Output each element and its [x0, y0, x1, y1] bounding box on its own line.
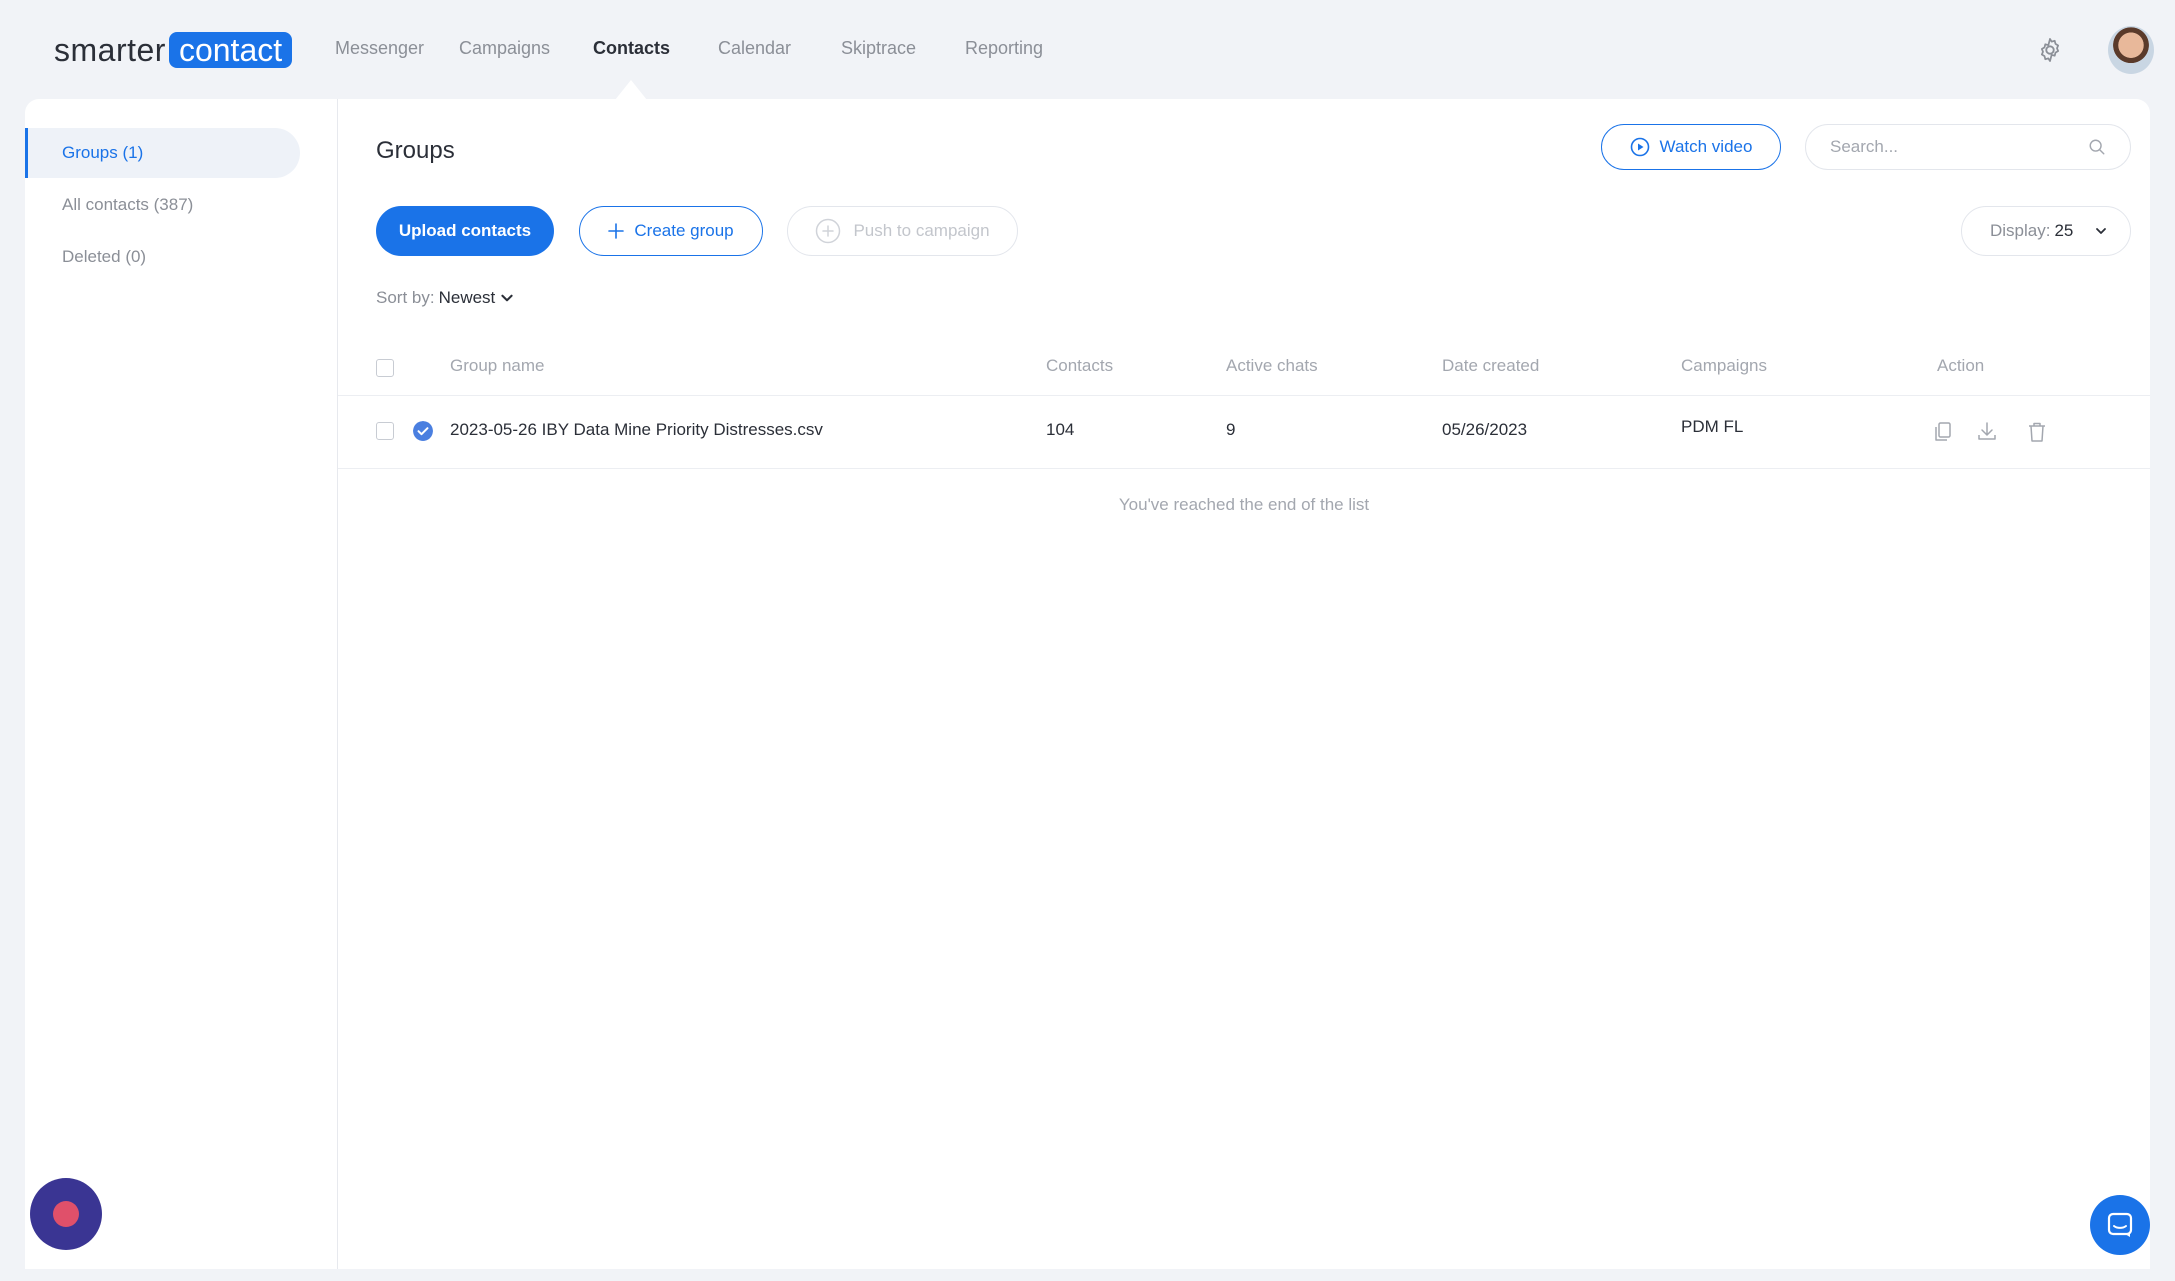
download-icon[interactable] [1976, 420, 1998, 444]
create-group-button[interactable]: Create group [579, 206, 763, 256]
sort-control[interactable]: Sort by: Newest [376, 288, 515, 308]
table-row[interactable]: 2023-05-26 IBY Data Mine Priority Distre… [338, 396, 2150, 469]
chevron-down-icon [2096, 228, 2106, 234]
top-navbar: smarter contact Messenger Campaigns Cont… [0, 0, 2175, 100]
plus-icon [608, 223, 625, 239]
logo-text-contact: contact [168, 32, 293, 68]
sidebar-item-all-contacts[interactable]: All contacts (387) [25, 180, 300, 230]
column-group-name[interactable]: Group name [450, 356, 545, 376]
display-value: 25 [2054, 221, 2074, 240]
nav-messenger[interactable]: Messenger [335, 38, 424, 59]
gear-icon[interactable] [2036, 36, 2064, 64]
row-checkbox[interactable] [376, 422, 394, 440]
create-group-label: Create group [634, 221, 734, 240]
plus-circle-icon [816, 218, 841, 244]
select-all-checkbox[interactable] [376, 359, 394, 377]
nav-campaigns[interactable]: Campaigns [459, 38, 550, 59]
logo-text-smarter: smarter [54, 32, 166, 68]
record-dot-icon [53, 1201, 79, 1227]
sidebar: Groups (1) All contacts (387) Deleted (0… [25, 99, 338, 1269]
date-created-cell: 05/26/2023 [1442, 420, 1528, 439]
watch-video-button[interactable]: Watch video [1601, 124, 1781, 170]
record-widget-button[interactable] [30, 1178, 102, 1250]
sort-value: Newest [438, 288, 496, 307]
column-action: Action [1937, 356, 1985, 375]
push-to-campaign-button[interactable]: Push to campaign [787, 206, 1018, 256]
watch-video-label: Watch video [1659, 137, 1753, 156]
end-of-list-message: You've reached the end of the list [1118, 495, 1370, 514]
search-input[interactable] [1830, 137, 2088, 157]
page-title: Groups [376, 137, 455, 164]
campaigns-cell[interactable]: PDM FL [1681, 417, 1743, 437]
logo[interactable]: smarter contact [54, 32, 293, 68]
sidebar-item-deleted[interactable]: Deleted (0) [25, 232, 300, 282]
avatar[interactable] [2108, 26, 2154, 74]
search-box [1805, 124, 2131, 170]
main-card: Groups (1) All contacts (387) Deleted (0… [25, 99, 2150, 1269]
nav-calendar[interactable]: Calendar [718, 38, 791, 59]
sidebar-item-groups[interactable]: Groups (1) [25, 128, 300, 178]
sort-label: Sort by: [376, 288, 435, 307]
content-area: Groups Watch video Upload contacts Creat… [338, 99, 2150, 1269]
check-circle-icon [413, 421, 433, 441]
trash-icon[interactable] [2026, 420, 2048, 444]
display-label: Display: [1990, 221, 2051, 240]
column-active-chats[interactable]: Active chats [1226, 356, 1318, 376]
active-chats-cell: 9 [1226, 420, 1236, 439]
contacts-cell: 104 [1046, 420, 1075, 439]
chat-launcher-button[interactable] [2090, 1195, 2150, 1255]
copy-icon[interactable] [1932, 420, 1954, 444]
column-contacts[interactable]: Contacts [1046, 356, 1113, 376]
nav-reporting[interactable]: Reporting [965, 38, 1043, 59]
play-circle-icon [1630, 137, 1649, 157]
search-icon[interactable] [2088, 138, 2106, 156]
chat-icon [2107, 1212, 2133, 1237]
column-date-created[interactable]: Date created [1442, 356, 1539, 376]
nav-skiptrace[interactable]: Skiptrace [841, 38, 916, 59]
display-select[interactable]: Display: 25 [1961, 206, 2131, 256]
table-header: Group name Contacts Active chats Date cr… [338, 339, 2150, 396]
push-to-campaign-label: Push to campaign [853, 221, 990, 240]
upload-contacts-button[interactable]: Upload contacts [376, 206, 554, 256]
nav-contacts[interactable]: Contacts [593, 38, 670, 59]
chevron-down-icon [501, 294, 513, 302]
active-nav-pointer [615, 80, 647, 100]
column-campaigns[interactable]: Campaigns [1681, 356, 1767, 376]
group-name-cell[interactable]: 2023-05-26 IBY Data Mine Priority Distre… [450, 420, 823, 440]
